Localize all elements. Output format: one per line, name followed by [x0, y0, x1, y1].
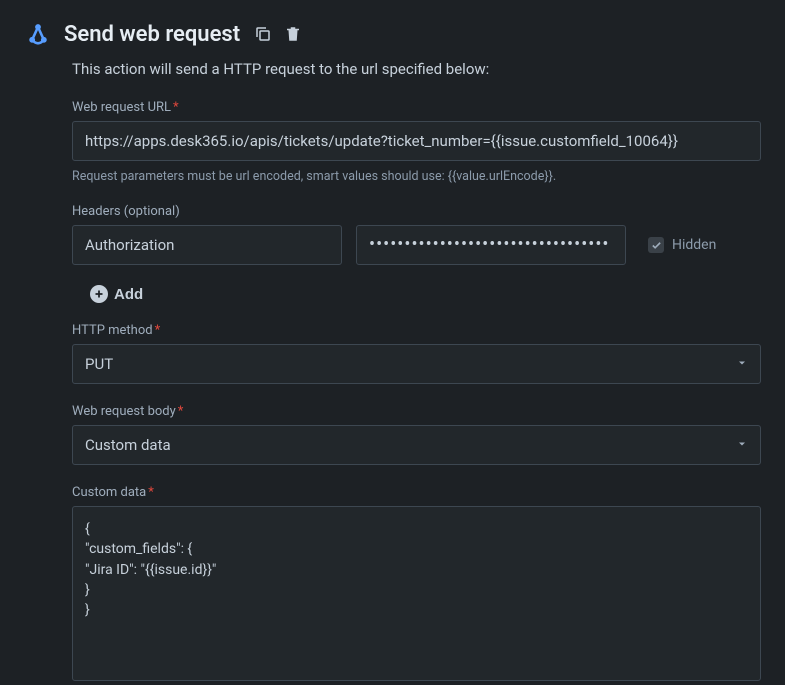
method-field-group: HTTP method* PUT	[72, 323, 761, 384]
body-field-group: Web request body* Custom data	[72, 404, 761, 465]
hidden-checkbox[interactable]	[648, 237, 664, 253]
method-select[interactable]: PUT	[72, 344, 761, 384]
custom-data-field-group: Custom data*	[72, 485, 761, 685]
url-helper-text: Request parameters must be url encoded, …	[72, 169, 761, 184]
add-header-button[interactable]: Add	[90, 285, 143, 303]
hidden-checkbox-wrap: Hidden	[648, 237, 716, 253]
url-label-text: Web request URL	[72, 100, 171, 115]
chevron-down-icon	[736, 357, 748, 372]
chevron-down-icon	[736, 438, 748, 453]
method-select-value: PUT	[85, 355, 113, 373]
webhook-icon	[24, 20, 52, 48]
header-value-input[interactable]: ••••••••••••••••••••••••••••••••••	[356, 225, 626, 265]
required-indicator: *	[155, 323, 161, 338]
header-actions	[252, 23, 304, 45]
body-select[interactable]: Custom data	[72, 425, 761, 465]
body-label-text: Web request body	[72, 404, 176, 419]
required-indicator: *	[148, 485, 154, 500]
custom-data-label-text: Custom data	[72, 485, 146, 500]
method-label: HTTP method*	[72, 323, 761, 338]
method-label-text: HTTP method	[72, 323, 153, 338]
action-header: Send web request	[24, 20, 761, 48]
hidden-checkbox-label: Hidden	[672, 237, 716, 253]
required-indicator: *	[178, 404, 184, 419]
required-indicator: *	[173, 100, 179, 115]
url-input[interactable]	[72, 121, 761, 161]
action-description: This action will send a HTTP request to …	[72, 60, 761, 78]
headers-row: •••••••••••••••••••••••••••••••••• Hidde…	[72, 225, 761, 265]
custom-data-label: Custom data*	[72, 485, 761, 500]
headers-label: Headers (optional)	[72, 204, 761, 219]
page-title: Send web request	[64, 22, 240, 47]
url-field-label: Web request URL*	[72, 100, 761, 115]
add-button-label: Add	[114, 286, 143, 303]
body-select-value: Custom data	[85, 436, 171, 454]
plus-circle-icon	[90, 285, 108, 303]
delete-icon[interactable]	[282, 23, 304, 45]
body-label: Web request body*	[72, 404, 761, 419]
copy-icon[interactable]	[252, 23, 274, 45]
headers-field-group: Headers (optional) •••••••••••••••••••••…	[72, 204, 761, 303]
header-key-input[interactable]	[72, 225, 342, 265]
custom-data-textarea[interactable]	[72, 506, 761, 681]
url-field-group: Web request URL* Request parameters must…	[72, 100, 761, 184]
